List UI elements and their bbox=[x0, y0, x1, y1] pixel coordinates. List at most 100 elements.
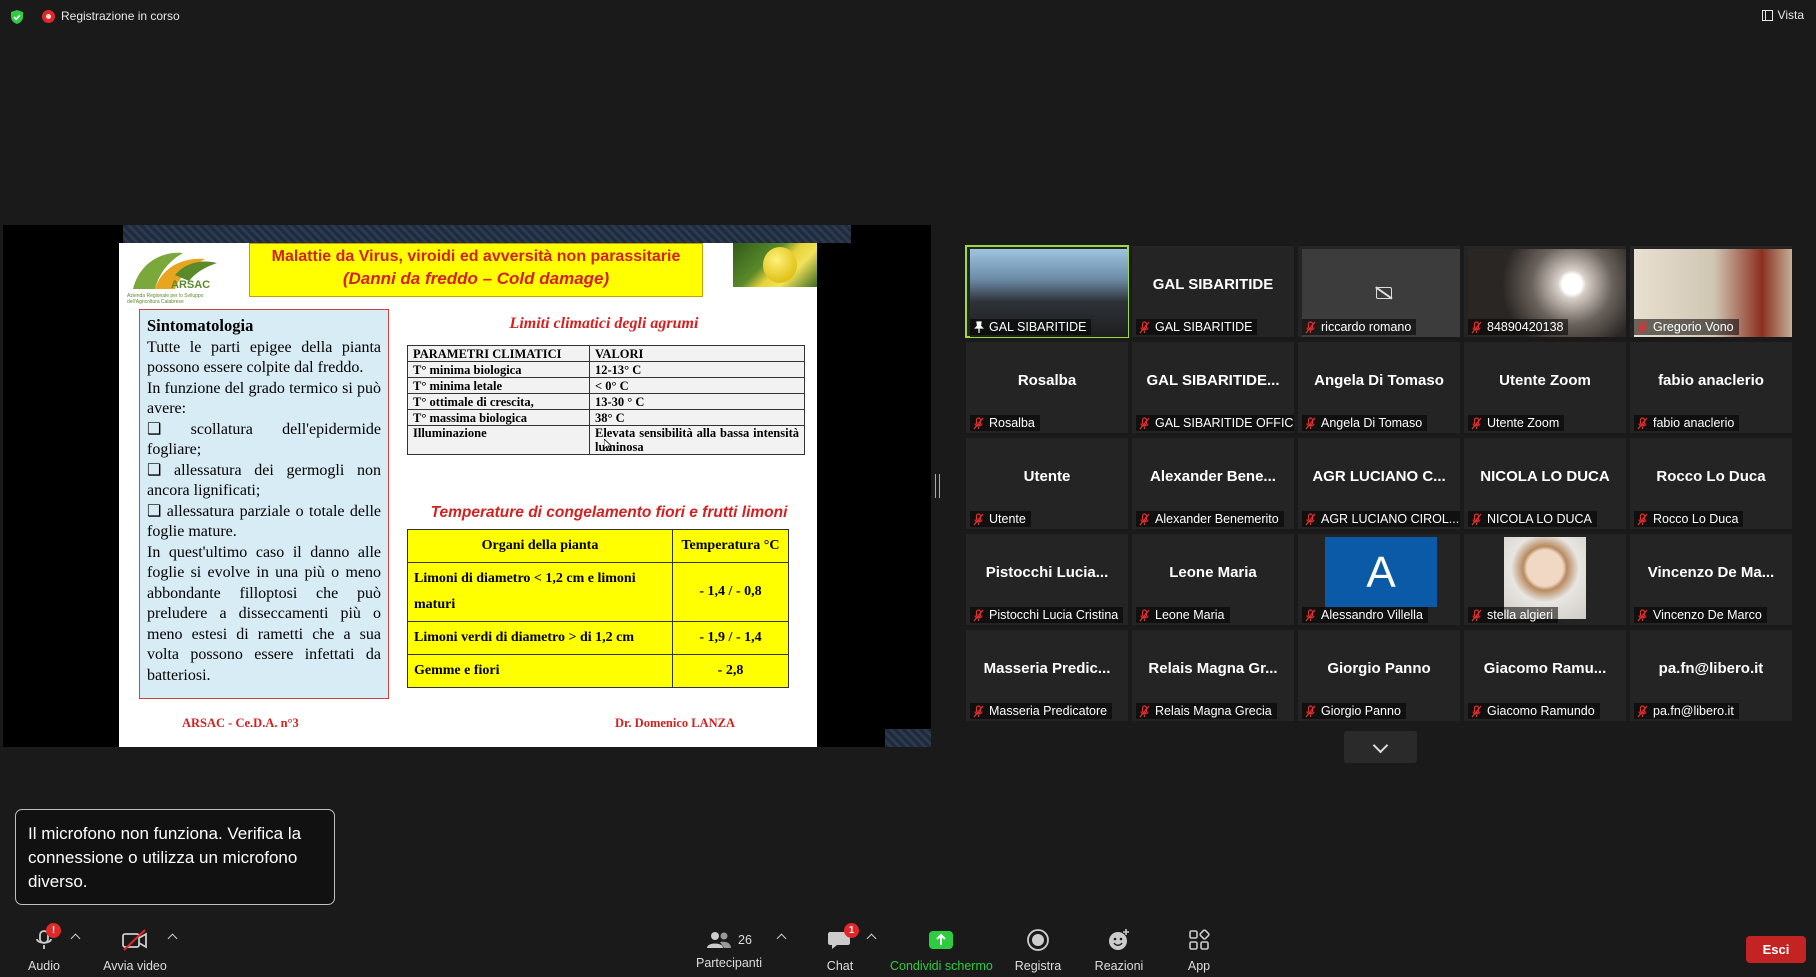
encryption-shield-icon[interactable] bbox=[9, 9, 25, 25]
audio-options-caret[interactable] bbox=[70, 933, 81, 944]
participant-tile[interactable]: Vincenzo De Ma... Vincenzo De Marco bbox=[1630, 534, 1792, 625]
participant-name-label: Masseria Predicatore bbox=[970, 703, 1113, 719]
record-label: Registra bbox=[1014, 959, 1062, 973]
logo-subtitle: Azienda Regionale per lo Sviluppo dell'A… bbox=[127, 293, 204, 305]
slide-title: Malattie da Virus, viroidi ed avversità … bbox=[249, 243, 703, 297]
participant-name-label: Angela Di Tomaso bbox=[1302, 415, 1428, 431]
muted-mic-icon bbox=[1139, 416, 1150, 429]
participant-tile[interactable]: Rosalba Rosalba bbox=[966, 342, 1128, 433]
mouse-cursor-icon bbox=[604, 439, 612, 451]
participant-tile[interactable]: Gregorio Vono bbox=[1630, 246, 1792, 337]
chat-button[interactable]: 1 Chat bbox=[820, 923, 860, 973]
table-row: PARAMETRI CLIMATICI VALORI bbox=[407, 345, 805, 362]
participant-tile[interactable]: pa.fn@libero.it pa.fn@libero.it bbox=[1630, 630, 1792, 721]
participant-tile[interactable]: Utente Utente bbox=[966, 438, 1128, 529]
share-screen-button[interactable]: Condividi schermo bbox=[890, 928, 993, 973]
table-cell: Illuminazione bbox=[407, 425, 590, 455]
participant-tile[interactable]: Masseria Predic... Masseria Predicatore bbox=[966, 630, 1128, 721]
participant-name-label: 84890420138 bbox=[1468, 319, 1569, 335]
participant-name-label: GAL SIBARITIDE OFFICE bbox=[1136, 415, 1294, 431]
reactions-smiley-icon bbox=[1109, 929, 1129, 950]
participant-display-name: Masseria Predic... bbox=[983, 660, 1111, 677]
muted-mic-icon bbox=[1139, 320, 1150, 333]
participant-tile[interactable]: Leone Maria Leone Maria bbox=[1132, 534, 1294, 625]
participant-display-name: Pistocchi Lucia... bbox=[985, 564, 1109, 581]
muted-mic-icon bbox=[1471, 416, 1482, 429]
participants-options-caret[interactable] bbox=[776, 933, 787, 944]
participant-name-text: Angela Di Tomaso bbox=[1321, 416, 1423, 430]
participant-tile[interactable]: GAL SIBARITIDE GAL SIBARITIDE bbox=[1132, 246, 1294, 337]
video-options-caret[interactable] bbox=[167, 933, 178, 944]
table-cell: T° ottimale di crescita, bbox=[407, 393, 590, 410]
view-label: Vista bbox=[1777, 8, 1804, 22]
muted-mic-icon bbox=[1139, 608, 1150, 621]
participant-name-label: Vincenzo De Marco bbox=[1634, 607, 1767, 623]
participant-display-name: Angela Di Tomaso bbox=[1314, 372, 1444, 389]
apps-button[interactable]: App bbox=[1184, 928, 1214, 973]
split-view-handle[interactable] bbox=[935, 474, 940, 498]
sintomatologia-line: ❑ scollatura dell'epidermide fogliare; bbox=[147, 420, 381, 459]
chat-options-caret[interactable] bbox=[866, 933, 877, 944]
muted-mic-icon bbox=[1139, 512, 1150, 525]
participant-name-text: pa.fn@libero.it bbox=[1653, 704, 1734, 718]
slide-footer-left: ARSAC - Ce.D.A. n°3 bbox=[182, 716, 299, 730]
participant-name-text: Relais Magna Grecia bbox=[1155, 704, 1272, 718]
participants-button[interactable]: 26 Partecipanti bbox=[693, 928, 765, 970]
participant-tile[interactable]: Angela Di Tomaso Angela Di Tomaso bbox=[1298, 342, 1460, 433]
audio-button[interactable]: ! Audio bbox=[24, 923, 64, 973]
gallery-next-page-button[interactable] bbox=[1344, 731, 1417, 763]
audio-warning-badge: ! bbox=[46, 923, 61, 938]
shared-screen[interactable]: ARSAC Azienda Regionale per lo Sviluppo … bbox=[3, 225, 931, 747]
participant-name-label: Alexander Benemerito bbox=[1136, 511, 1284, 527]
participant-tile[interactable]: Rocco Lo Duca Rocco Lo Duca bbox=[1630, 438, 1792, 529]
recording-indicator[interactable]: Registrazione in corso bbox=[42, 9, 180, 23]
participant-tile[interactable]: 84890420138 bbox=[1464, 246, 1626, 337]
participant-name-label: Rocco Lo Duca bbox=[1634, 511, 1744, 527]
view-button[interactable]: Vista bbox=[1761, 8, 1804, 22]
participant-display-name: Utente Zoom bbox=[1499, 372, 1591, 389]
sintomatologia-line: ❑ allessatura dei germogli non ancora li… bbox=[147, 461, 381, 500]
participant-tile[interactable]: Alexander Bene... Alexander Benemerito bbox=[1132, 438, 1294, 529]
leave-meeting-button[interactable]: Esci bbox=[1746, 936, 1806, 963]
table-cell: 38° C bbox=[589, 409, 805, 426]
start-video-button[interactable]: Avvia video bbox=[102, 928, 168, 973]
participant-name-label: Utente bbox=[970, 511, 1031, 527]
participant-name-text: NICOLA LO DUCA bbox=[1487, 512, 1592, 526]
participant-name-label: Rosalba bbox=[970, 415, 1040, 431]
participant-tile[interactable]: Relais Magna Gr... Relais Magna Grecia bbox=[1132, 630, 1294, 721]
participant-name-text: Utente Zoom bbox=[1487, 416, 1560, 430]
table-header: VALORI bbox=[589, 345, 805, 362]
participant-name-text: Rocco Lo Duca bbox=[1653, 512, 1739, 526]
reactions-button[interactable]: Reazioni bbox=[1092, 928, 1146, 973]
video-camera-off-icon bbox=[122, 929, 147, 951]
participant-tile[interactable]: stella algieri bbox=[1464, 534, 1626, 625]
participant-name-text: Vincenzo De Marco bbox=[1653, 608, 1762, 622]
participant-tile[interactable]: A Alessandro Villella bbox=[1298, 534, 1460, 625]
participant-tile[interactable]: AGR LUCIANO C... AGR LUCIANO CIROL... bbox=[1298, 438, 1460, 529]
muted-mic-icon bbox=[973, 416, 984, 429]
participant-tile[interactable]: GAL SIBARITIDE... GAL SIBARITIDE OFFICE bbox=[1132, 342, 1294, 433]
participant-tile[interactable]: Utente Zoom Utente Zoom bbox=[1464, 342, 1626, 433]
participant-name-text: Leone Maria bbox=[1155, 608, 1225, 622]
participant-tile[interactable]: Pistocchi Lucia... Pistocchi Lucia Cristi… bbox=[966, 534, 1128, 625]
muted-mic-icon bbox=[1305, 512, 1316, 525]
muted-mic-icon bbox=[973, 512, 984, 525]
participant-tile[interactable]: NICOLA LO DUCA NICOLA LO DUCA bbox=[1464, 438, 1626, 529]
muted-mic-icon bbox=[1637, 320, 1648, 333]
participant-name-label: GAL SIBARITIDE bbox=[970, 319, 1092, 335]
table-cell: Elevata sensibilità alla bassa intensità… bbox=[589, 425, 805, 455]
participant-tile[interactable]: fabio anaclerio fabio anaclerio bbox=[1630, 342, 1792, 433]
recording-dot-icon bbox=[42, 9, 55, 23]
participant-display-name: Giorgio Panno bbox=[1327, 660, 1431, 677]
participant-name-text: Alessandro Villella bbox=[1321, 608, 1423, 622]
participant-tile[interactable]: Giorgio Panno Giorgio Panno bbox=[1298, 630, 1460, 721]
record-button[interactable]: Registra bbox=[1012, 928, 1064, 973]
participant-tile[interactable]: GAL SIBARITIDE bbox=[965, 245, 1129, 338]
participant-display-name: fabio anaclerio bbox=[1658, 372, 1764, 389]
participant-display-name: AGR LUCIANO C... bbox=[1312, 468, 1446, 485]
participant-tile[interactable]: Giacomo Ramu... Giacomo Ramundo bbox=[1464, 630, 1626, 721]
apps-icon bbox=[1189, 929, 1210, 950]
apps-label: App bbox=[1187, 959, 1211, 973]
participant-tile[interactable]: riccardo romano bbox=[1298, 246, 1460, 337]
camera-off-icon bbox=[1376, 287, 1392, 299]
